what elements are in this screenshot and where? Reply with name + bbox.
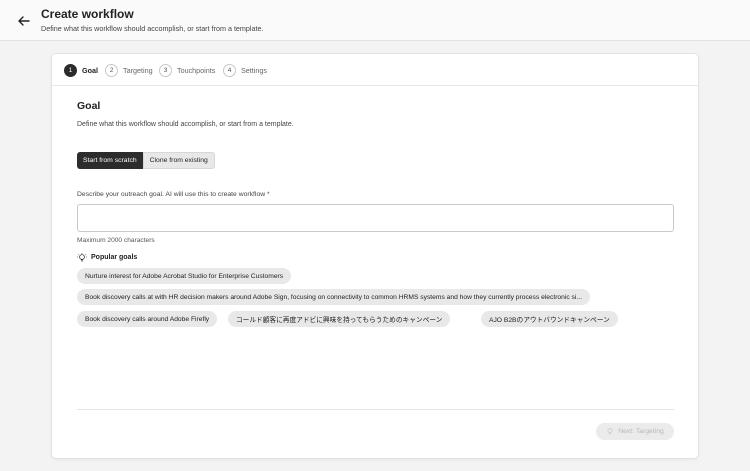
page-subtitle: Define what this workflow should accompl… [41, 24, 264, 33]
step-label: Touchpoints [177, 65, 216, 75]
footer-divider [77, 409, 674, 410]
page-header: Create workflow Define what this workflo… [0, 0, 750, 41]
section-title: Goal [77, 100, 101, 112]
start-from-scratch-button[interactable]: Start from scratch [77, 152, 143, 169]
step-goal[interactable]: 1 Goal [64, 63, 98, 77]
goal-description-input[interactable] [77, 204, 674, 232]
next-targeting-button[interactable]: Next: Targeting [596, 423, 674, 440]
character-limit-helper: Maximum 2000 characters [77, 237, 155, 244]
workflow-card: 1 Goal 2 Targeting 3 Touchpoints 4 Setti… [51, 53, 699, 459]
start-mode-toggle: Start from scratch Clone from existing [77, 152, 215, 169]
popular-goals-label: Popular goals [91, 254, 138, 261]
arrow-left-icon [18, 16, 30, 26]
popular-goal-chip[interactable]: Book discovery calls at with HR decision… [77, 289, 590, 305]
page-title: Create workflow [41, 7, 134, 21]
section-subtitle: Define what this workflow should accompl… [77, 121, 294, 128]
popular-goal-chip[interactable]: Nurture interest for Adobe Acrobat Studi… [77, 268, 292, 284]
step-label: Goal [82, 65, 98, 75]
stepper: 1 Goal 2 Targeting 3 Touchpoints 4 Setti… [52, 54, 698, 86]
back-button[interactable] [16, 13, 32, 29]
step-number: 3 [159, 63, 172, 77]
popular-goal-chip[interactable]: Book discovery calls around Adobe Firefl… [77, 311, 218, 327]
popular-goals-header: Popular goals [77, 252, 137, 263]
step-label: Settings [241, 65, 267, 75]
popular-goal-chip[interactable]: AJO B2Bのアウトバウンドキャンペーン [481, 311, 618, 327]
step-number: 1 [64, 63, 77, 77]
lightbulb-icon [77, 252, 87, 261]
step-label: Targeting [123, 65, 153, 75]
step-touchpoints[interactable]: 3 Touchpoints [159, 63, 215, 77]
next-button-label: Next: Targeting [618, 428, 664, 435]
step-number: 2 [105, 63, 118, 77]
step-targeting[interactable]: 2 Targeting [105, 63, 153, 77]
step-settings[interactable]: 4 Settings [223, 63, 267, 77]
lightbulb-icon [606, 427, 614, 436]
popular-goal-chip[interactable]: コールド顧客に再度アドビに興味を持ってもらうためのキャンペーン [228, 311, 451, 327]
clone-from-existing-button[interactable]: Clone from existing [142, 152, 215, 169]
goal-field-label: Describe your outreach goal. AI will use… [77, 191, 270, 198]
step-number: 4 [223, 63, 236, 77]
